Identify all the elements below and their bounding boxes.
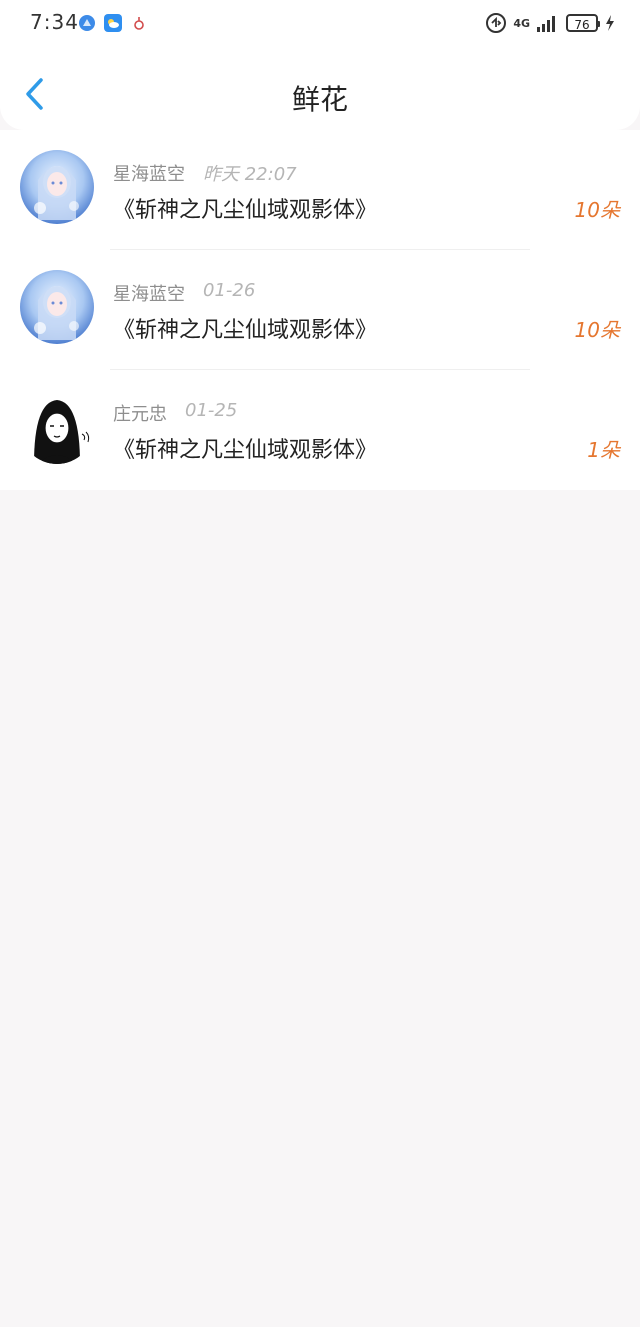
- book-title[interactable]: 《斩神之凡尘仙域观影体》: [113, 312, 377, 344]
- item-meta: 星海蓝空 昨天 22:07: [113, 160, 297, 186]
- anime-avatar-icon: [20, 150, 94, 224]
- flower-count: 1朵: [587, 438, 620, 462]
- signal-icon: [537, 16, 555, 32]
- volte-icon: [486, 13, 507, 33]
- notification-icon: [134, 17, 144, 30]
- item-meta: 庄元忠 01-25: [113, 400, 237, 426]
- book-title[interactable]: 《斩神之凡尘仙域观影体》: [113, 432, 377, 464]
- status-left-icons: [78, 14, 148, 32]
- status-time: 7:34: [30, 10, 79, 34]
- user-name[interactable]: 庄元忠: [113, 400, 167, 426]
- battery-indicator: 76: [566, 14, 600, 32]
- flower-list: 星海蓝空 昨天 22:07 《斩神之凡尘仙域观影体》 10朵 星海蓝空 01-2…: [0, 130, 640, 490]
- weather-icon: [104, 14, 122, 32]
- charging-icon: [606, 15, 614, 31]
- list-item[interactable]: 星海蓝空 昨天 22:07 《斩神之凡尘仙域观影体》 10朵: [0, 130, 640, 250]
- timestamp: 01-26: [203, 280, 256, 301]
- status-right: 4G 76: [485, 12, 616, 34]
- list-item[interactable]: 星海蓝空 01-26 《斩神之凡尘仙域观影体》 10朵: [0, 250, 640, 370]
- avatar[interactable]: [20, 270, 94, 344]
- user-name[interactable]: 星海蓝空: [113, 280, 185, 306]
- timestamp: 01-25: [185, 400, 238, 421]
- header-bar: 鲜花: [0, 50, 640, 130]
- flower-count: 10朵: [574, 198, 620, 222]
- page-title: 鲜花: [291, 83, 348, 116]
- avatar[interactable]: [20, 150, 94, 224]
- network-label: 4G: [513, 16, 530, 30]
- compass-icon: [79, 15, 95, 31]
- status-bar: 7:34 4G 76: [0, 0, 640, 50]
- item-meta: 星海蓝空 01-26: [113, 280, 255, 306]
- flower-count: 10朵: [574, 318, 620, 342]
- anime-avatar-icon: [20, 270, 94, 344]
- sketch-avatar-icon: [20, 390, 94, 464]
- avatar[interactable]: [20, 390, 94, 464]
- list-item[interactable]: 庄元忠 01-25 《斩神之凡尘仙域观影体》 1朵: [0, 370, 640, 490]
- user-name[interactable]: 星海蓝空: [113, 160, 185, 186]
- timestamp: 昨天 22:07: [203, 164, 297, 185]
- book-title[interactable]: 《斩神之凡尘仙域观影体》: [113, 192, 377, 224]
